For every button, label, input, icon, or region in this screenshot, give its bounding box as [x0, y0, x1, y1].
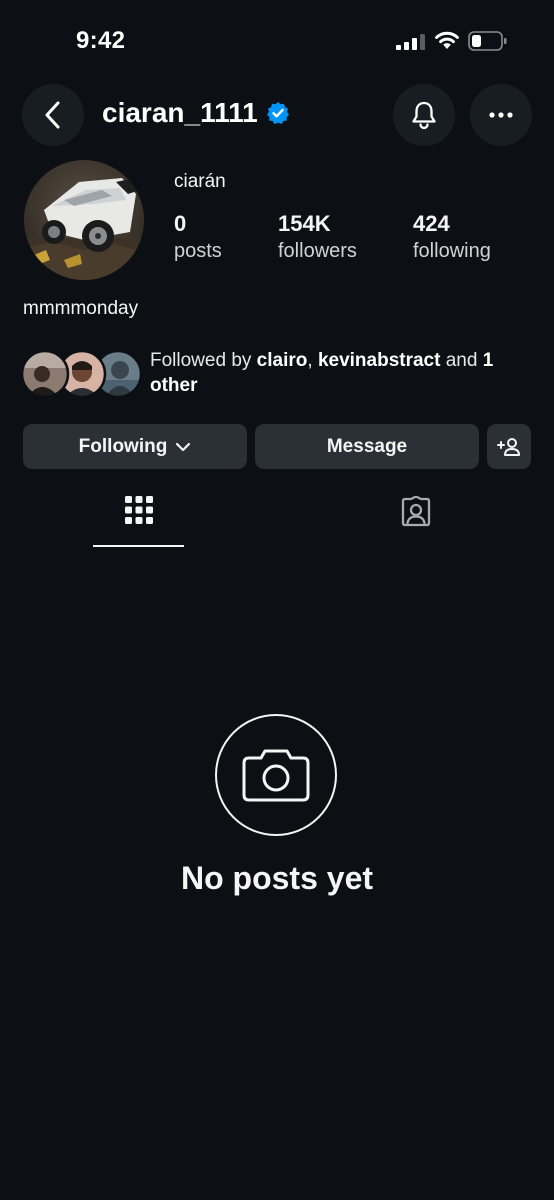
- back-chevron-icon: [45, 101, 60, 129]
- profile-avatar[interactable]: [24, 160, 144, 280]
- bio: mmmmonday: [23, 298, 139, 319]
- profile-username-header: ciaran_1111: [102, 97, 290, 129]
- tab-posts-grid[interactable]: [93, 496, 184, 548]
- followed-by-text[interactable]: Followed by clairo, kevinabstract and 1 o…: [150, 348, 530, 398]
- following-count: 424: [413, 211, 450, 236]
- add-person-icon: [497, 437, 520, 456]
- active-tab-indicator: [93, 545, 184, 547]
- followed-by-separator: ,: [307, 350, 318, 371]
- status-time: 9:42: [76, 27, 126, 54]
- cellular-signal-icon: [396, 34, 425, 50]
- followed-by-prefix: Followed by: [150, 350, 257, 371]
- display-name: ciarán: [174, 171, 226, 192]
- posts-label: posts: [174, 240, 222, 262]
- notifications-button[interactable]: [393, 84, 455, 146]
- empty-state-camera: [215, 714, 337, 836]
- tab-tagged[interactable]: [370, 496, 461, 548]
- chevron-down-icon: [176, 442, 191, 451]
- grid-icon: [124, 496, 153, 524]
- followed-by-and: and: [440, 350, 483, 371]
- verified-badge-icon: [266, 102, 289, 124]
- mutual-follower-2[interactable]: kevinabstract: [318, 350, 441, 371]
- followers-label: followers: [278, 240, 357, 262]
- mutual-followers-avatars[interactable]: [22, 350, 142, 398]
- posts-stat: 0 posts: [174, 210, 222, 264]
- following-label: following: [413, 240, 491, 262]
- bell-icon: [412, 101, 436, 130]
- back-button[interactable]: [22, 84, 84, 146]
- suggested-users-button[interactable]: [487, 424, 531, 469]
- followers-count: 154K: [278, 211, 331, 236]
- more-horizontal-icon: [489, 112, 513, 118]
- message-button-label: Message: [326, 435, 408, 457]
- mutual-follower-1[interactable]: clairo: [257, 350, 308, 371]
- username: ciaran_1111: [102, 97, 258, 128]
- others-count[interactable]: 1: [483, 350, 494, 371]
- empty-state-title: No posts yet: [180, 860, 374, 896]
- posts-count: 0: [174, 211, 187, 236]
- battery-icon: [468, 31, 507, 51]
- tagged-icon: [401, 496, 430, 527]
- wifi-icon: [435, 31, 459, 49]
- following-button-label: Following: [78, 435, 168, 457]
- following-stat[interactable]: 424 following: [413, 210, 491, 264]
- others-label[interactable]: other: [150, 375, 198, 396]
- camera-icon: [242, 749, 310, 802]
- message-button[interactable]: Message: [255, 424, 479, 469]
- more-options-button[interactable]: [470, 84, 532, 146]
- followers-stat[interactable]: 154K followers: [278, 210, 357, 264]
- following-button[interactable]: Following: [23, 424, 247, 469]
